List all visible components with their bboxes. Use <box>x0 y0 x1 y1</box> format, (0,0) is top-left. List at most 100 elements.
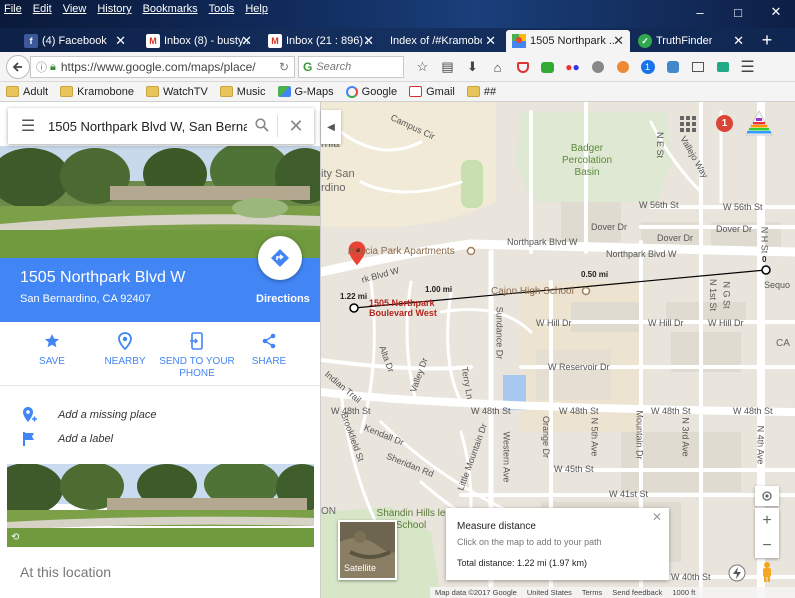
send-to-phone-button[interactable]: SEND TO YOUR PHONE <box>157 330 237 380</box>
bookmark-adult[interactable]: Adult <box>6 86 48 98</box>
url-bar[interactable]: ⓘ 🔒︎ https://www.google.com/maps/place/ … <box>30 56 295 78</box>
lock-icon[interactable]: 🔒︎ <box>50 61 56 74</box>
search-box: ☰ 1505 Northpark Blvd W, San Bernardino … <box>8 108 314 144</box>
bookmark-kramobone[interactable]: Kramobone <box>60 86 134 98</box>
search-input[interactable]: 1505 Northpark Blvd W, San Bernardino <box>48 119 247 134</box>
back-button[interactable] <box>6 55 30 79</box>
gmail-icon <box>409 86 423 97</box>
pocket-icon[interactable] <box>510 56 535 78</box>
tab-inbox-1[interactable]: M Inbox (8) - busty... ✕ <box>140 30 258 52</box>
tab-facebook[interactable]: f (4) Facebook ✕ <box>18 30 132 52</box>
share-button[interactable]: SHARE <box>229 330 309 368</box>
close-tab-icon[interactable]: ✕ <box>363 33 374 49</box>
lightning-icon[interactable] <box>728 564 746 582</box>
bookmark-gmail[interactable]: Gmail <box>409 86 455 98</box>
add-missing-place[interactable]: Add a missing place <box>20 406 156 424</box>
google-maps-icon <box>277 86 291 97</box>
add-a-label[interactable]: Add a label <box>20 431 113 447</box>
menu-edit[interactable]: Edit <box>33 3 52 15</box>
directions-icon <box>271 249 289 267</box>
terms-link[interactable]: Terms <box>582 588 602 597</box>
tab-bar: f (4) Facebook ✕ M Inbox (8) - busty... … <box>0 28 795 52</box>
menu-bookmarks[interactable]: Bookmarks <box>143 3 198 15</box>
add-label-label: Add a label <box>58 433 114 445</box>
action-label: NEARBY <box>104 356 146 367</box>
save-button[interactable]: SAVE <box>12 330 92 368</box>
tab-index[interactable]: Index of /#Kramobo... ✕ <box>384 30 502 52</box>
bookmark-watchtv[interactable]: WatchTV <box>145 86 208 98</box>
navigation-bar: ⓘ 🔒︎ https://www.google.com/maps/place/ … <box>0 52 795 82</box>
send-feedback-link[interactable]: Send feedback <box>612 588 662 597</box>
close-tab-icon[interactable]: ✕ <box>115 33 126 49</box>
menu-view[interactable]: View <box>63 3 87 15</box>
menu-tools[interactable]: Tools <box>209 3 235 15</box>
area-label: ON <box>321 506 336 517</box>
directions-button[interactable] <box>258 236 302 280</box>
google-apps-icon[interactable] <box>679 115 697 133</box>
maximize-button[interactable]: □ <box>719 0 757 24</box>
location-photo[interactable]: ⟲ <box>7 464 314 547</box>
minimize-button[interactable]: – <box>681 0 719 24</box>
collapse-panel-button[interactable]: ◀ <box>321 110 341 144</box>
close-tab-icon[interactable]: ✕ <box>241 33 252 49</box>
directions-label[interactable]: Directions <box>256 293 310 305</box>
pegman-icon[interactable] <box>760 561 774 583</box>
search-icon[interactable] <box>247 117 277 135</box>
clear-search-icon[interactable]: ✕ <box>278 116 314 137</box>
zoom-in-button[interactable]: + <box>755 508 779 533</box>
close-tab-icon[interactable]: ✕ <box>485 33 496 49</box>
extension-chat-icon[interactable] <box>710 56 735 78</box>
notification-badge[interactable]: 1 <box>716 115 733 132</box>
hamburger-menu-icon[interactable]: ☰ <box>8 116 48 136</box>
nearby-button[interactable]: NEARBY <box>85 330 165 368</box>
region-link[interactable]: United States <box>527 588 572 597</box>
street-label: N 1st St <box>708 278 719 312</box>
my-location-icon <box>762 491 772 501</box>
search-bar[interactable]: G Search <box>298 56 404 78</box>
home-icon[interactable]: ⌂ <box>485 56 510 78</box>
extension-window-icon[interactable] <box>685 56 710 78</box>
extension-blue-icon[interactable] <box>660 56 685 78</box>
back-arrow-icon <box>12 62 22 72</box>
menu-file[interactable]: File <box>4 3 22 15</box>
info-icon[interactable]: ⓘ <box>36 59 47 75</box>
extension-colorful-icon[interactable]: ●● <box>560 56 585 78</box>
extension-green-icon[interactable] <box>535 56 560 78</box>
facebook-icon: f <box>24 34 38 48</box>
profile-icon[interactable]: 1 <box>635 56 660 78</box>
tab-inbox-2[interactable]: M Inbox (21 : 896) ... ✕ <box>262 30 380 52</box>
gmail-icon: M <box>146 34 160 48</box>
download-icon[interactable]: ⬇ <box>460 56 485 78</box>
bookmark-star-icon[interactable]: ☆ <box>410 56 435 78</box>
search-placeholder: Search <box>316 61 352 73</box>
reload-icon[interactable]: ↻ <box>279 60 289 74</box>
my-location-button[interactable] <box>755 486 779 506</box>
reading-list-icon[interactable]: ▤ <box>435 56 460 78</box>
extension-gray-icon[interactable] <box>585 56 610 78</box>
close-measure-icon[interactable]: ✕ <box>652 510 662 524</box>
action-label: SAVE <box>39 356 65 367</box>
tab-label: (4) Facebook <box>42 35 107 47</box>
tab-google-maps[interactable]: 1505 Northpark ... ✕ <box>506 30 630 52</box>
tab-truthfinder[interactable]: ✓ TruthFinder ✕ <box>632 30 750 52</box>
menu-help[interactable]: Help <box>245 3 268 15</box>
satellite-toggle[interactable]: Satellite <box>338 520 397 580</box>
bookmark-google[interactable]: Google <box>345 85 397 98</box>
open-menu-icon[interactable]: ☰ <box>735 56 760 78</box>
street-label: W 48th St <box>471 406 511 416</box>
close-window-button[interactable]: ✕ <box>757 0 795 24</box>
zoom-out-button[interactable]: − <box>755 533 779 558</box>
bookmark-music[interactable]: Music <box>219 86 266 98</box>
new-tab-button[interactable]: + <box>757 30 777 51</box>
menu-history[interactable]: History <box>97 3 131 15</box>
browser-window: File Edit View History Bookmarks Tools H… <box>0 0 795 598</box>
bookmark-g-maps[interactable]: G-Maps <box>277 86 334 98</box>
street-label: W 40th St <box>671 572 711 582</box>
close-tab-icon[interactable]: ✕ <box>733 33 744 49</box>
close-tab-icon[interactable]: ✕ <box>613 33 624 49</box>
account-avatar[interactable] <box>745 109 773 136</box>
tab-label: TruthFinder <box>656 35 713 47</box>
bookmark-hash[interactable]: ## <box>466 86 496 98</box>
search-engine-icon[interactable]: G <box>303 60 312 74</box>
extension-orange-icon[interactable] <box>610 56 635 78</box>
